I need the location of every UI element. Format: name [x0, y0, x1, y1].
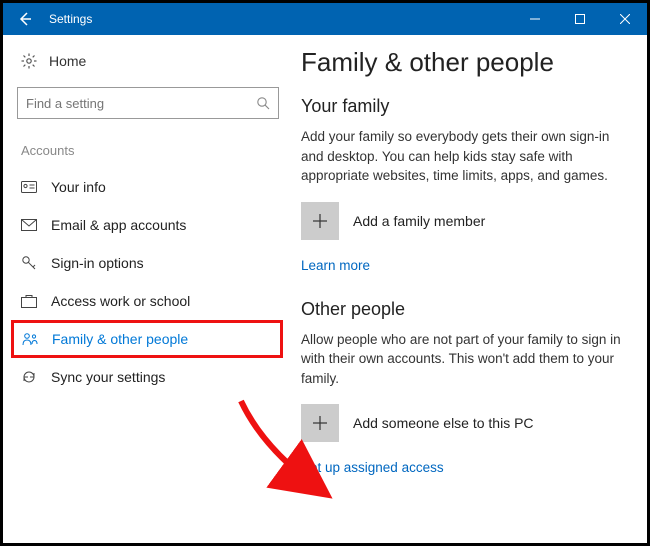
back-button[interactable] [3, 3, 47, 35]
home-label: Home [49, 53, 86, 69]
assigned-access-link[interactable]: Set up assigned access [301, 460, 444, 475]
close-button[interactable] [602, 3, 647, 35]
sidebar-item-label: Access work or school [51, 293, 190, 309]
sidebar-item-label: Email & app accounts [51, 217, 186, 233]
family-heading: Your family [301, 96, 623, 117]
add-family-member-label: Add a family member [353, 213, 485, 229]
learn-more-link[interactable]: Learn more [301, 258, 370, 273]
sidebar-item-your-info[interactable]: Your info [3, 168, 293, 206]
search-input[interactable] [17, 87, 279, 119]
sidebar-item-family-other[interactable]: Family & other people [11, 320, 283, 358]
close-icon [620, 14, 630, 24]
titlebar: Settings [3, 3, 647, 35]
maximize-icon [575, 14, 585, 24]
minimize-icon [530, 14, 540, 24]
sidebar-item-label: Sign-in options [51, 255, 144, 271]
sidebar: Home Accounts Your info Email & app acco… [3, 35, 293, 543]
client-area: Home Accounts Your info Email & app acco… [3, 35, 647, 543]
search-field[interactable] [26, 96, 256, 111]
sidebar-item-work-school[interactable]: Access work or school [3, 282, 293, 320]
window-title: Settings [47, 12, 512, 26]
page-title: Family & other people [301, 47, 623, 78]
sidebar-item-signin-options[interactable]: Sign-in options [3, 244, 293, 282]
contact-card-icon [21, 179, 37, 195]
other-people-body: Allow people who are not part of your fa… [301, 330, 621, 389]
briefcase-icon [21, 293, 37, 309]
add-someone-else-button[interactable]: Add someone else to this PC [301, 404, 623, 442]
mail-icon [21, 217, 37, 233]
settings-window: Settings Home [0, 0, 650, 546]
search-wrap [17, 87, 279, 119]
sidebar-item-label: Sync your settings [51, 369, 165, 385]
window-controls [512, 3, 647, 35]
add-family-member-button[interactable]: Add a family member [301, 202, 623, 240]
plus-icon [301, 404, 339, 442]
plus-icon [301, 202, 339, 240]
add-someone-else-label: Add someone else to this PC [353, 415, 534, 431]
content-pane: Family & other people Your family Add yo… [293, 35, 647, 543]
sidebar-item-label: Your info [51, 179, 106, 195]
other-people-heading: Other people [301, 299, 623, 320]
gear-icon [21, 53, 37, 69]
maximize-button[interactable] [557, 3, 602, 35]
key-icon [21, 255, 37, 271]
sidebar-item-label: Family & other people [52, 331, 188, 347]
sidebar-item-sync[interactable]: Sync your settings [3, 358, 293, 396]
family-body: Add your family so everybody gets their … [301, 127, 621, 186]
sync-icon [21, 369, 37, 385]
people-icon [22, 332, 38, 346]
sidebar-item-email-accounts[interactable]: Email & app accounts [3, 206, 293, 244]
arrow-left-icon [17, 11, 33, 27]
minimize-button[interactable] [512, 3, 557, 35]
sidebar-section-label: Accounts [3, 137, 293, 168]
home-button[interactable]: Home [3, 45, 293, 77]
search-icon [256, 96, 270, 110]
